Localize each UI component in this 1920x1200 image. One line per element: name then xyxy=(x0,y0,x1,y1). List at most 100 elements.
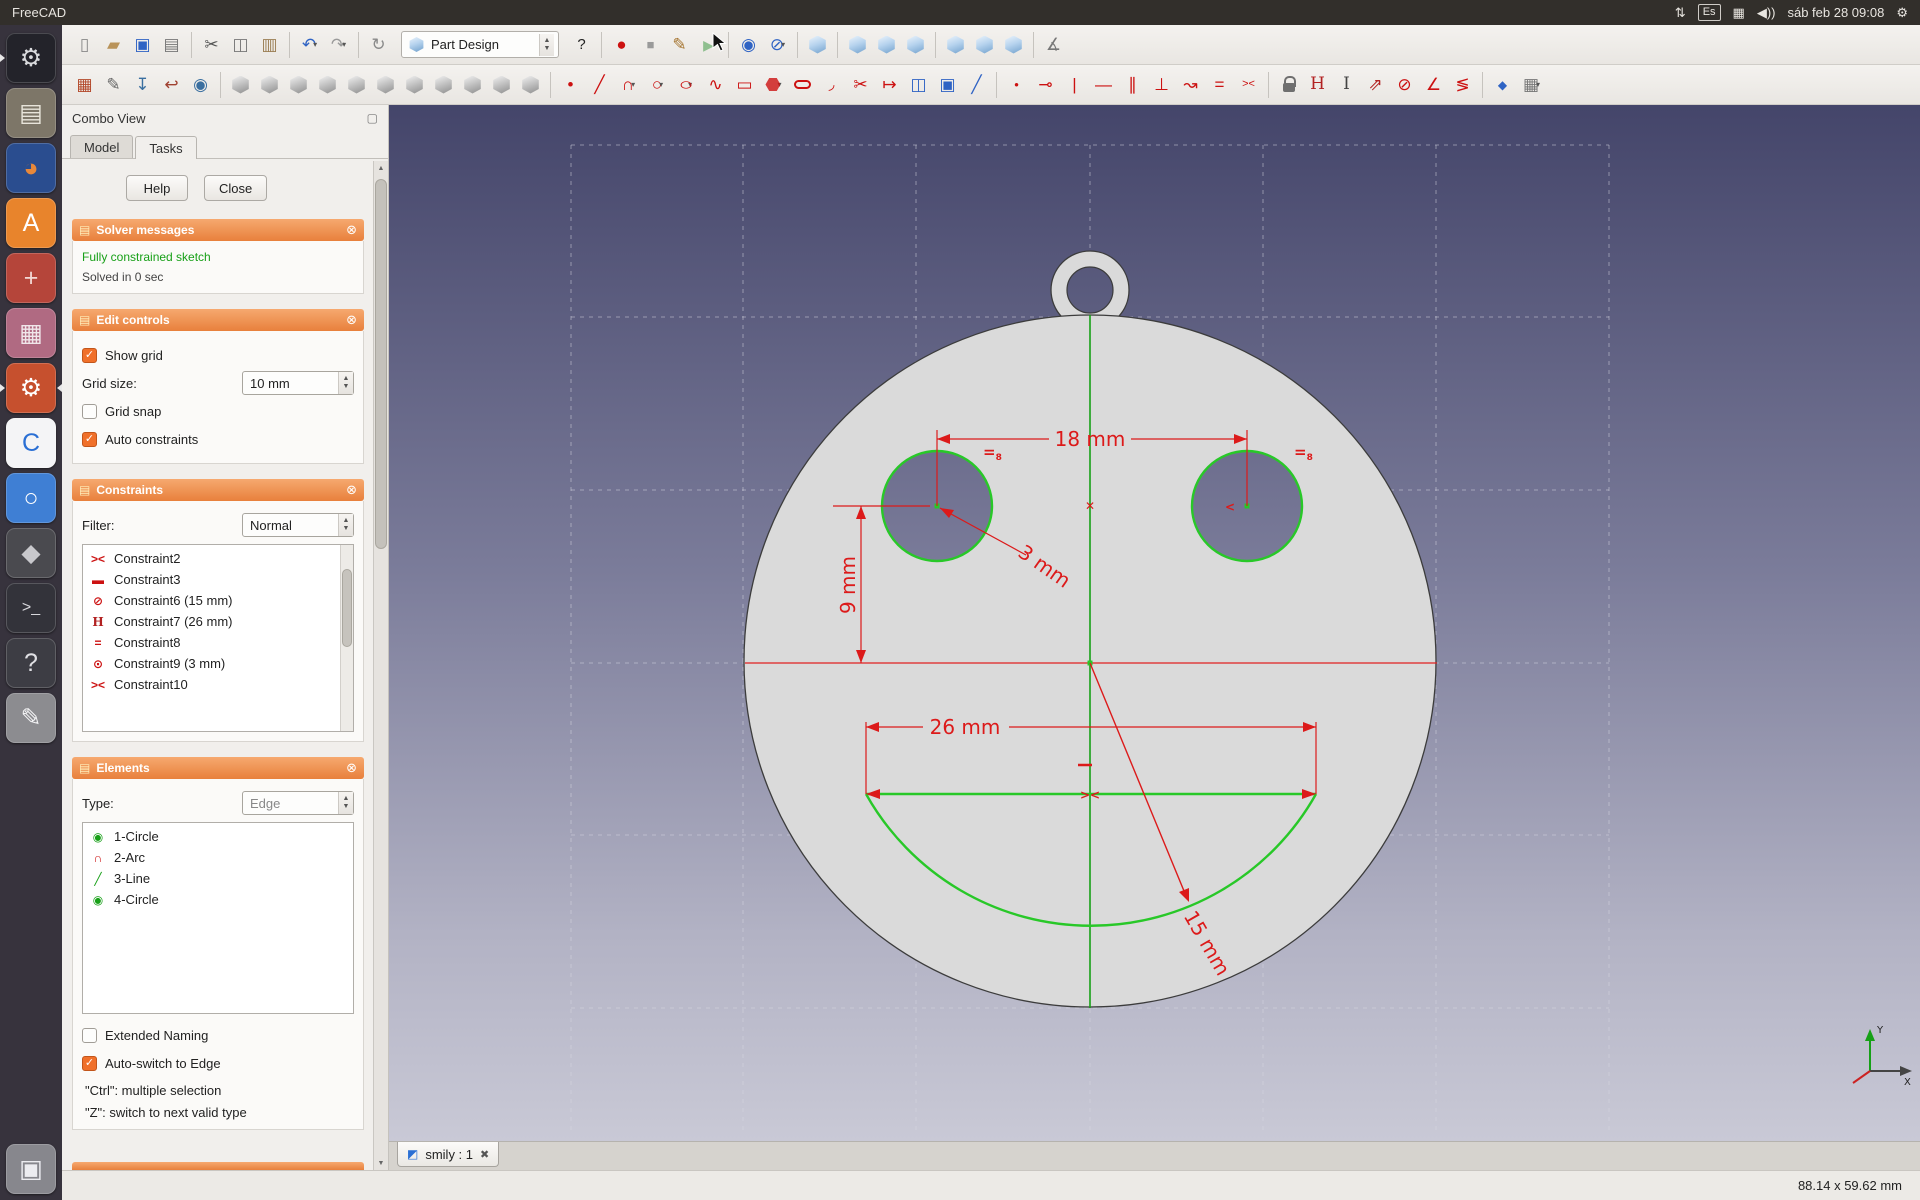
launcher-item-firefox[interactable]: ◕ xyxy=(6,143,56,193)
macro-stop[interactable]: ■ xyxy=(636,30,665,60)
launcher-item-freecad-active[interactable]: ⚙ xyxy=(6,363,56,413)
print-document[interactable]: ▤ xyxy=(157,30,186,60)
create-point[interactable]: • xyxy=(556,70,585,100)
keyboard-icon[interactable]: ▦ xyxy=(1733,5,1745,21)
grid-snap-row[interactable]: ✓ Grid snap xyxy=(82,398,354,424)
dropdown-arrow-icon[interactable]: ▾ xyxy=(1536,80,1540,89)
new-sketch[interactable]: ▦ xyxy=(70,70,99,100)
view-axonometric[interactable] xyxy=(803,30,832,60)
auto-constraints-row[interactable]: ✓ Auto constraints xyxy=(82,426,354,452)
macro-edit[interactable]: ✎ xyxy=(665,30,694,60)
cut[interactable]: ✂ xyxy=(197,30,226,60)
leave-sketch[interactable]: ↩ xyxy=(157,70,186,100)
draft-feature[interactable] xyxy=(516,70,545,100)
viewport-canvas[interactable]: 18 mm =8 =8 3 mm 9 mm xyxy=(389,105,1920,1141)
section-header-edit-controls[interactable]: ▤ Edit controls ⊗ xyxy=(72,309,364,331)
constrain-point-on-object[interactable]: ⊸ xyxy=(1031,70,1060,100)
section-header-constraints[interactable]: ▤ Constraints ⊗ xyxy=(72,479,364,501)
constrain-coincident[interactable]: • xyxy=(1002,70,1031,100)
constrain-distance[interactable]: ⇗ xyxy=(1361,70,1390,100)
element-item[interactable]: ◉1-Circle xyxy=(86,826,338,847)
section-header-elements[interactable]: ▤ Elements ⊗ xyxy=(72,757,364,779)
constraint-item[interactable]: ⊘Constraint6 (15 mm) xyxy=(86,590,338,611)
element-item[interactable]: ╱3-Line xyxy=(86,868,338,889)
copy[interactable]: ◫ xyxy=(226,30,255,60)
macro-record[interactable]: ● xyxy=(607,30,636,60)
create-arc[interactable]: ∩▾ xyxy=(614,70,643,100)
dropdown-arrow-icon[interactable]: ▾ xyxy=(781,40,785,49)
external-geometry[interactable]: ◫ xyxy=(904,70,933,100)
tab-tasks[interactable]: Tasks xyxy=(135,136,196,159)
network-arrows-icon[interactable]: ⇅ xyxy=(1675,5,1686,21)
new-document[interactable]: ▯ xyxy=(70,30,99,60)
constrain-vertical[interactable]: | xyxy=(1060,70,1089,100)
constrain-radius[interactable]: ⊘ xyxy=(1390,70,1419,100)
launcher-item-code[interactable]: C xyxy=(6,418,56,468)
right-eye-chevron-marker[interactable]: < xyxy=(1225,500,1235,514)
constrain-distance-y[interactable]: I xyxy=(1332,70,1361,100)
dimension-label-18mm[interactable]: 18 mm xyxy=(1055,427,1126,451)
constrain-distance-x[interactable]: H xyxy=(1303,70,1332,100)
create-line[interactable]: ╱ xyxy=(585,70,614,100)
carbon-copy[interactable]: ▣ xyxy=(933,70,962,100)
section-header-cutoff[interactable] xyxy=(72,1162,364,1170)
grid-snap-checkbox[interactable]: ✓ xyxy=(82,404,97,419)
launcher-item-trash[interactable]: ▣ xyxy=(6,1144,56,1194)
create-conic[interactable]: ○▾ xyxy=(672,70,701,100)
coincident-marker[interactable]: >< xyxy=(1080,788,1100,802)
measure-distance[interactable]: ∡ xyxy=(1039,30,1068,60)
tab-model[interactable]: Model xyxy=(70,135,133,158)
view-left[interactable] xyxy=(999,30,1028,60)
scrollbar-down-icon[interactable]: ▼ xyxy=(374,1156,388,1170)
constrain-horizontal[interactable]: — xyxy=(1089,70,1118,100)
draw-style[interactable]: ⊘▾ xyxy=(763,30,792,60)
constraint-item[interactable]: =Constraint8 xyxy=(86,632,338,653)
document-tab[interactable]: ◩ smily : 1 ✖ xyxy=(397,1142,499,1167)
dimension-label-9mm[interactable]: 9 mm xyxy=(836,556,860,614)
view-front[interactable] xyxy=(843,30,872,60)
save-document[interactable]: ▣ xyxy=(128,30,157,60)
launcher-item-libreoffice[interactable]: A xyxy=(6,198,56,248)
panel-scrollbar[interactable]: ▲ ▼ xyxy=(373,161,388,1170)
toggle-driving-constraint[interactable]: ◆ xyxy=(1488,70,1517,100)
create-circle[interactable]: ○▾ xyxy=(643,70,672,100)
subtractive-loft[interactable] xyxy=(400,70,429,100)
section-close-icon[interactable]: ⊗ xyxy=(346,482,357,498)
constraint-item[interactable]: ><Constraint10 xyxy=(86,674,338,695)
undo[interactable]: ↶▾ xyxy=(295,30,324,60)
workbench-spinner[interactable]: ▲▼ xyxy=(539,34,554,56)
dropdown-arrow-icon[interactable]: ▾ xyxy=(631,80,635,89)
dropdown-arrow-icon[interactable]: ▾ xyxy=(659,80,663,89)
element-item[interactable]: ◉4-Circle xyxy=(86,889,338,910)
section-close-icon[interactable]: ⊗ xyxy=(346,222,357,238)
view-bottom[interactable] xyxy=(970,30,999,60)
dimension-label-26mm[interactable]: 26 mm xyxy=(930,715,1001,739)
create-fillet[interactable]: ◞ xyxy=(817,70,846,100)
launcher-item-editor[interactable]: ✎ xyxy=(6,693,56,743)
launcher-item-terminal[interactable]: >_ xyxy=(6,583,56,633)
chamfer-feature[interactable] xyxy=(487,70,516,100)
extended-naming-row[interactable]: ✓ Extended Naming xyxy=(82,1022,354,1048)
view-right[interactable] xyxy=(901,30,930,60)
clock[interactable]: sáb feb 28 09:08 xyxy=(1787,5,1884,20)
constrain-snell[interactable]: ≶ xyxy=(1448,70,1477,100)
constraints-list-scrollbar[interactable] xyxy=(340,545,353,731)
launcher-item-browser[interactable]: ○ xyxy=(6,473,56,523)
scrollbar-thumb[interactable] xyxy=(342,569,352,647)
view-rear[interactable] xyxy=(941,30,970,60)
symmetry-cross-marker[interactable]: ✕ xyxy=(1085,499,1095,513)
paste[interactable]: ▥ xyxy=(255,30,284,60)
element-item[interactable]: ∩2-Arc xyxy=(86,847,338,868)
constraint-item[interactable]: HConstraint7 (26 mm) xyxy=(86,611,338,632)
show-grid-row[interactable]: ✓ Show grid xyxy=(82,342,354,368)
show-grid-checkbox[interactable]: ✓ xyxy=(82,348,97,363)
filter-spinner[interactable]: ▲▼ xyxy=(338,514,353,536)
document-tab-close-icon[interactable]: ✖ xyxy=(480,1148,489,1161)
scrollbar-thumb[interactable] xyxy=(375,179,387,549)
dropdown-arrow-icon[interactable]: ▾ xyxy=(342,40,346,49)
launcher-item-freecad[interactable]: ⚙ xyxy=(6,33,56,83)
refresh[interactable]: ↻ xyxy=(364,30,393,60)
auto-switch-row[interactable]: ✓ Auto-switch to Edge xyxy=(82,1050,354,1076)
groove[interactable] xyxy=(313,70,342,100)
constraint-item[interactable]: ▬Constraint3 xyxy=(86,569,338,590)
